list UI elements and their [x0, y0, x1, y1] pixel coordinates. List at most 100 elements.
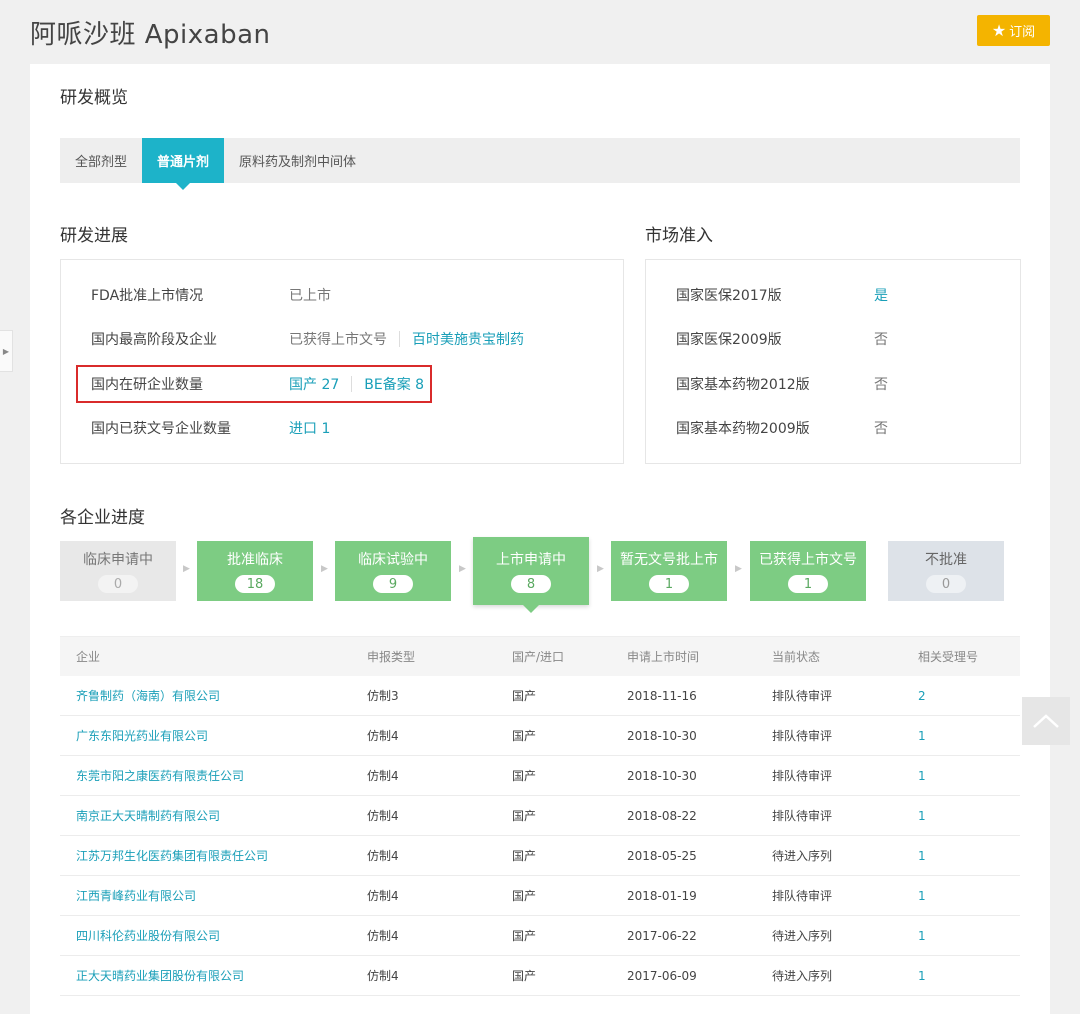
stage-no-approval-number[interactable]: 暂无文号批上市 1 — [611, 541, 727, 601]
application-date: 2018-10-30 — [627, 768, 697, 783]
acceptance-count-link[interactable]: 1 — [918, 729, 1020, 743]
stage-count: 9 — [373, 575, 413, 593]
page-title: 阿哌沙班 Apixaban — [30, 20, 271, 50]
highest-label: 国内最高阶段及企业 — [91, 332, 217, 348]
current-status: 排队待审评 — [772, 809, 833, 823]
stage-count: 1 — [649, 575, 689, 593]
subscribe-button[interactable]: ★ 订阅 — [977, 15, 1050, 46]
column-header: 当前状态 — [772, 650, 821, 664]
current-status: 排队待审评 — [772, 769, 833, 783]
filing-type: 仿制4 — [367, 969, 399, 983]
acceptance-count-link[interactable]: 1 — [918, 889, 1020, 903]
current-status: 排队待审评 — [772, 889, 833, 903]
import-count-link[interactable]: 进口 1 — [289, 418, 330, 438]
table-row: 江西青峰药业有限公司 仿制4 国产 2018-01-19 排队待审评 1 — [60, 876, 1020, 916]
application-date: 2018-01-19 — [627, 888, 697, 903]
acceptance-count-link[interactable]: 1 — [918, 929, 1020, 943]
origin: 国产 — [512, 889, 537, 903]
company-link[interactable]: 齐鲁制药（海南）有限公司 — [60, 687, 367, 704]
stage-label: 临床试验中 — [358, 552, 428, 568]
progress-title: 研发进展 — [60, 226, 128, 246]
tab-tablets[interactable]: 普通片剂 — [142, 138, 225, 190]
stage-rejected[interactable]: 不批准 0 — [888, 541, 1004, 601]
filing-type: 仿制4 — [367, 849, 399, 863]
origin: 国产 — [512, 969, 537, 983]
tab-api-intermediates[interactable]: 原料药及制剂中间体 — [224, 138, 371, 183]
market-label: 国家基本药物2012版 — [676, 377, 810, 393]
application-date: 2018-08-22 — [627, 808, 697, 823]
stage-clinical-approved[interactable]: 批准临床 18 — [197, 541, 313, 601]
arrow-right-icon: ▶ — [597, 564, 604, 574]
column-header: 国产/进口 — [512, 650, 565, 664]
stage-count: 1 — [788, 575, 828, 593]
acceptance-count-link[interactable]: 1 — [918, 769, 1020, 783]
filing-type: 仿制4 — [367, 769, 399, 783]
market-value: 否 — [874, 332, 888, 348]
arrow-right-icon: ▶ — [183, 564, 190, 574]
company-link[interactable]: 南京正大天晴制药有限公司 — [60, 807, 367, 824]
company-link[interactable]: 广东东阳光药业有限公司 — [60, 727, 367, 744]
acceptance-count-link[interactable]: 1 — [918, 969, 1020, 983]
market-value: 是 — [874, 288, 888, 304]
application-date: 2017-06-09 — [627, 968, 697, 983]
domestic-count-link[interactable]: 国产 27 — [289, 374, 339, 394]
stage-label: 不批准 — [925, 552, 967, 568]
highest-row: 国内最高阶段及企业 已获得上市文号 百时美施贵宝制药 — [91, 329, 524, 349]
market-value: 否 — [874, 421, 888, 437]
highest-value: 已获得上市文号 — [289, 332, 387, 348]
main-card: 研发概览 全部剂型 普通片剂 原料药及制剂中间体 研发进展 市场准入 FDA批准… — [30, 64, 1050, 1014]
tab-all-forms[interactable]: 全部剂型 — [60, 138, 142, 183]
arrow-right-icon: ▶ — [321, 564, 328, 574]
stage-label: 已获得上市文号 — [759, 552, 857, 568]
caret-right-icon: ▶ — [2, 346, 10, 356]
company-link[interactable]: 正大天晴药业集团股份有限公司 — [60, 967, 367, 984]
current-status: 待进入序列 — [772, 969, 833, 983]
fda-row: FDA批准上市情况 已上市 — [91, 285, 331, 305]
acceptance-count-link[interactable]: 2 — [918, 689, 1020, 703]
company-table: 企业 申报类型 国产/进口 申请上市时间 当前状态 相关受理号 齐鲁制药（海南）… — [60, 636, 1020, 996]
back-to-top-button[interactable] — [1022, 697, 1070, 745]
filing-type: 仿制4 — [367, 729, 399, 743]
stage-approved[interactable]: 已获得上市文号 1 — [750, 541, 866, 601]
table-body: 齐鲁制药（海南）有限公司 仿制3 国产 2018-11-16 排队待审评 2 广东东阳光药业… — [60, 676, 1020, 996]
acceptance-count-link[interactable]: 1 — [918, 809, 1020, 823]
filing-type: 仿制4 — [367, 889, 399, 903]
company-link[interactable]: 东莞市阳之康医药有限责任公司 — [60, 767, 367, 784]
approved-label: 国内已获文号企业数量 — [91, 421, 231, 437]
stage-label: 批准临床 — [227, 552, 283, 568]
be-count-link[interactable]: BE备案 8 — [364, 374, 424, 394]
progress-box: FDA批准上市情况 已上市 国内最高阶段及企业 已获得上市文号 百时美施贵宝制药… — [60, 259, 624, 464]
arrow-right-icon: ▶ — [735, 564, 742, 574]
stage-count: 8 — [511, 575, 551, 593]
table-row: 四川科伦药业股份有限公司 仿制4 国产 2017-06-22 待进入序列 1 — [60, 916, 1020, 956]
overview-title: 研发概览 — [60, 88, 128, 108]
stage-count: 0 — [926, 575, 966, 593]
stage-clinical-application[interactable]: 临床申请中 0 — [60, 541, 176, 601]
stage-label: 临床申请中 — [83, 552, 153, 568]
acceptance-count-link[interactable]: 1 — [918, 849, 1020, 863]
divider — [399, 331, 400, 347]
fda-label: FDA批准上市情况 — [91, 288, 204, 304]
column-header: 申报类型 — [367, 650, 416, 664]
company-link[interactable]: 四川科伦药业股份有限公司 — [60, 927, 367, 944]
table-row: 广东东阳光药业有限公司 仿制4 国产 2018-10-30 排队待审评 1 — [60, 716, 1020, 756]
application-date: 2018-11-16 — [627, 688, 697, 703]
table-row: 东莞市阳之康医药有限责任公司 仿制4 国产 2018-10-30 排队待审评 1 — [60, 756, 1020, 796]
stage-count: 0 — [98, 575, 138, 593]
origin: 国产 — [512, 849, 537, 863]
current-status: 待进入序列 — [772, 929, 833, 943]
approved-row: 国内已获文号企业数量 进口 1 — [91, 418, 330, 438]
side-panel-toggle[interactable]: ▶ — [0, 330, 13, 372]
stage-market-application[interactable]: 上市申请中 8 — [473, 537, 589, 613]
filing-type: 仿制3 — [367, 689, 399, 703]
highest-company-link[interactable]: 百时美施贵宝制药 — [412, 329, 524, 349]
market-title: 市场准入 — [645, 226, 713, 246]
stage-label: 暂无文号批上市 — [620, 552, 718, 568]
current-status: 排队待审评 — [772, 689, 833, 703]
market-row: 国家基本药物2012版 否 — [676, 374, 888, 394]
stage-clinical-trial[interactable]: 临床试验中 9 — [335, 541, 451, 601]
company-link[interactable]: 江苏万邦生化医药集团有限责任公司 — [60, 847, 367, 864]
company-link[interactable]: 江西青峰药业有限公司 — [60, 887, 367, 904]
market-label: 国家医保2017版 — [676, 288, 782, 304]
researching-label: 国内在研企业数量 — [91, 377, 203, 393]
